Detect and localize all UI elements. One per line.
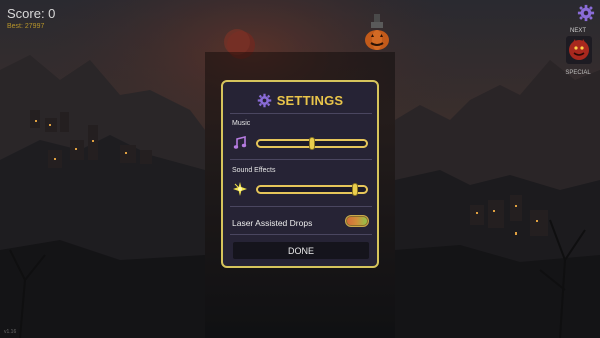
next-label: NEXT <box>569 28 586 34</box>
music-note-icon <box>233 136 247 149</box>
spark-icon <box>233 182 247 196</box>
settings-gear-icon[interactable] <box>577 4 595 22</box>
special-label: SPECIAL <box>565 70 591 76</box>
settings-title-row: SETTINGS <box>223 91 377 109</box>
pumpkin-dropper-icon <box>365 14 389 50</box>
divider <box>230 159 372 160</box>
toggle-indicator <box>347 217 367 225</box>
score-label: Score: 0 <box>7 6 56 21</box>
music-slider-thumb[interactable] <box>309 137 315 150</box>
laser-assisted-drops-toggle[interactable] <box>345 215 369 227</box>
music-volume-slider[interactable] <box>256 137 368 150</box>
best-score-label: Best: 27997 <box>7 23 45 30</box>
sound-effects-slider-thumb[interactable] <box>352 183 358 196</box>
settings-title: SETTINGS <box>276 92 344 108</box>
settings-panel: SETTINGS Music Sound Effects Laser Assis… <box>221 80 379 268</box>
next-piece-icon <box>566 36 592 64</box>
music-label: Music <box>232 120 251 127</box>
divider <box>230 234 372 235</box>
divider <box>230 206 372 207</box>
divider <box>230 113 372 114</box>
version-label: v1.16 <box>4 329 17 335</box>
sound-effects-label: Sound Effects <box>232 167 276 174</box>
gear-icon <box>257 93 271 107</box>
sound-effects-volume-slider[interactable] <box>256 183 368 196</box>
laser-assisted-drops-label: Laser Assisted Drops <box>232 218 313 228</box>
done-button[interactable]: DONE <box>233 242 369 259</box>
